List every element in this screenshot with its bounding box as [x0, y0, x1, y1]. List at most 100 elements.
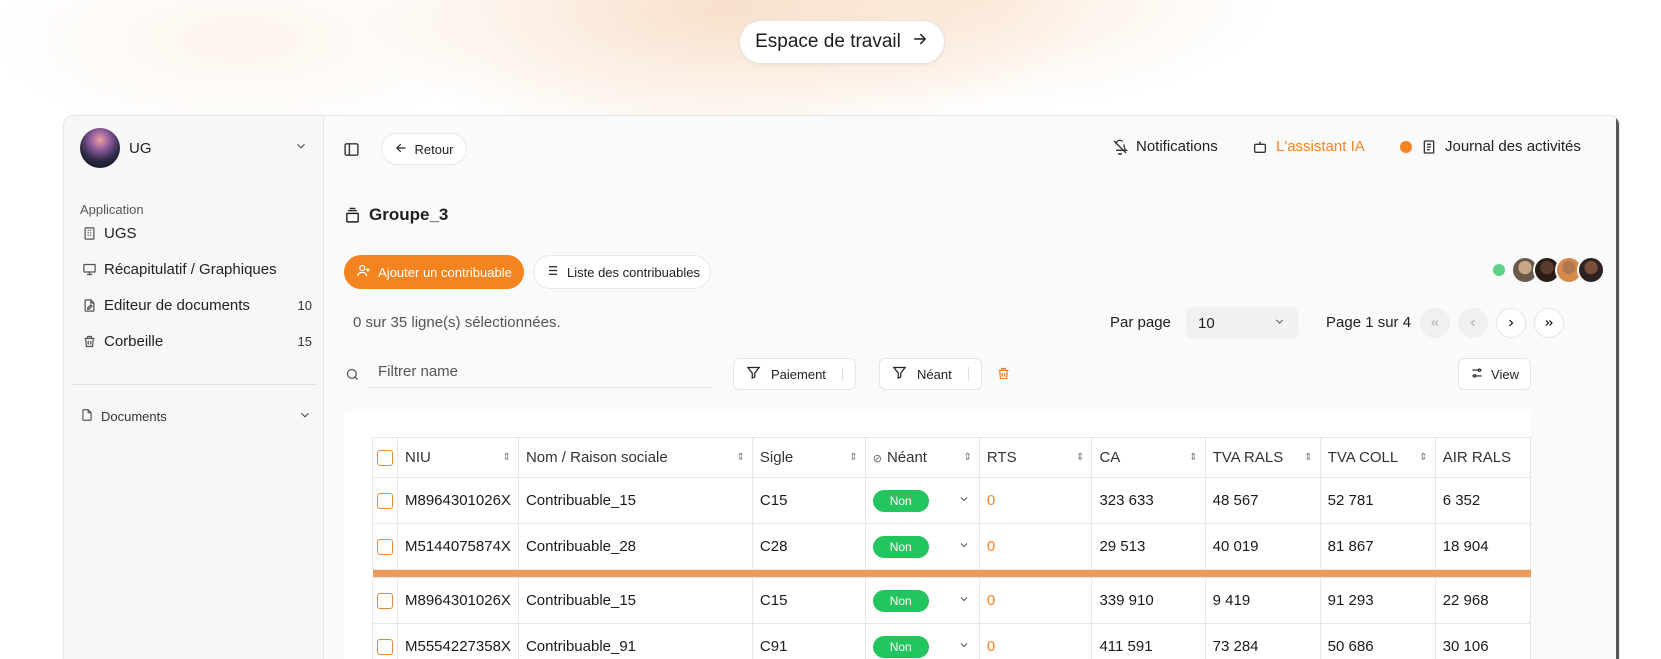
- sidebar-item-recapitulatif[interactable]: Récapitulatif / Graphiques: [80, 255, 312, 283]
- column-header-tva-rals[interactable]: TVA RALS ⇕: [1204, 437, 1321, 478]
- cell-sigle: C28: [751, 523, 866, 570]
- row-checkbox[interactable]: [377, 539, 393, 556]
- chevron-down-icon: [298, 408, 312, 425]
- contribuables-table: NIU ⇕ Nom / Raison sociale ⇕ Sigle ⇕ ⊘ Néant…: [372, 437, 1531, 659]
- add-contribuable-button[interactable]: Ajouter un contribuable: [344, 255, 524, 289]
- journal-button[interactable]: Journal des activités: [1400, 138, 1581, 155]
- assistant-ia-button[interactable]: L'assistant IA: [1252, 138, 1365, 155]
- filter-neant-button[interactable]: Néant: [879, 358, 982, 390]
- chevron-down-icon: [1273, 315, 1286, 332]
- table-row[interactable]: M5554227358X Contribuable_91 C91 Non 0 4…: [372, 623, 1531, 659]
- column-label: Sigle: [759, 449, 794, 466]
- cell-tva-rals: 48 567: [1204, 477, 1321, 524]
- column-header-neant[interactable]: ⊘ Néant ⇕: [864, 437, 980, 478]
- sort-icon: ⇕: [1076, 451, 1085, 463]
- first-page-button[interactable]: [1420, 308, 1450, 338]
- main-content: Retour Notifications L'assistant IA Jour…: [324, 116, 1619, 659]
- column-header-sigle[interactable]: Sigle ⇕: [751, 437, 866, 478]
- sidebar-item-corbeille[interactable]: Corbeille 15: [80, 327, 312, 355]
- chevron-left-icon: [1470, 319, 1475, 327]
- clear-filters-trash-icon[interactable]: [996, 366, 1011, 381]
- column-label: TVA RALS: [1212, 449, 1284, 466]
- cell-tva-rals: 9 419: [1204, 577, 1321, 624]
- sort-icon: ⇕: [1189, 451, 1198, 463]
- page-title: Groupe_3: [344, 205, 448, 225]
- chip-label: Néant: [917, 366, 952, 382]
- cell-sigle: C15: [751, 477, 866, 524]
- bot-icon: [1252, 139, 1268, 155]
- cell-neant[interactable]: Non: [864, 623, 980, 659]
- cell-rts: 0: [978, 577, 1093, 624]
- filter-icon: [746, 365, 761, 383]
- drag-drop-indicator: [372, 569, 1531, 578]
- cell-neant[interactable]: Non: [864, 523, 980, 570]
- column-header-ca[interactable]: CA ⇕: [1091, 437, 1206, 478]
- table-row[interactable]: M5144075874X Contribuable_28 C28 Non 0 2…: [372, 523, 1531, 570]
- sidebar-item-documents[interactable]: Documents: [80, 408, 312, 425]
- user-plus-icon: [356, 263, 371, 281]
- collaborator-avatars[interactable]: [1511, 256, 1605, 284]
- per-page-select[interactable]: 10: [1186, 307, 1298, 339]
- per-page-value: 10: [1198, 314, 1215, 332]
- last-page-button[interactable]: [1534, 308, 1564, 338]
- filter-paiement-button[interactable]: Paiement: [733, 358, 856, 390]
- view-options-button[interactable]: View: [1458, 358, 1531, 390]
- notifications-label: Notifications: [1136, 138, 1218, 155]
- sidebar-item-label: Editeur de documents: [104, 296, 250, 314]
- trash-icon: [80, 332, 98, 350]
- row-checkbox[interactable]: [377, 593, 393, 610]
- cell-niu: M5144075874X: [397, 523, 519, 570]
- select-all-checkbox[interactable]: [377, 450, 393, 467]
- cell-ca: 323 633: [1091, 477, 1206, 524]
- table-row[interactable]: M8964301026X Contribuable_15 C15 Non 0 3…: [372, 477, 1531, 524]
- cell-nom: Contribuable_15: [517, 477, 753, 524]
- sidebar-item-count: 15: [297, 333, 312, 349]
- workspace-button[interactable]: Espace de travail: [739, 20, 945, 64]
- notifications-button[interactable]: Notifications: [1112, 138, 1218, 155]
- team-avatar: [80, 128, 120, 168]
- column-header-niu[interactable]: NIU ⇕: [397, 437, 519, 478]
- cell-neant[interactable]: Non: [864, 577, 980, 624]
- chevrons-left-icon: [1431, 320, 1439, 326]
- chip-separator: [841, 367, 843, 381]
- drag-drop-indicator-bar: [372, 569, 1531, 578]
- column-header-nom[interactable]: Nom / Raison sociale ⇕: [517, 437, 753, 478]
- sidebar-item-count: 10: [297, 297, 312, 313]
- app-window: UG Application UGS Récapitulatif / Graph…: [63, 115, 1620, 659]
- arrow-right-icon: [911, 30, 929, 54]
- chip-separator: [967, 367, 969, 381]
- group-title-text: Groupe_3: [369, 205, 449, 224]
- arrow-left-icon: [394, 141, 408, 158]
- row-checkbox[interactable]: [377, 639, 393, 656]
- column-header-rts[interactable]: RTS ⇕: [978, 437, 1093, 478]
- filter-name-input[interactable]: [368, 356, 713, 388]
- sidebar-item-ugs[interactable]: UGS: [80, 219, 312, 247]
- sidebar-toggle-icon[interactable]: [342, 140, 360, 158]
- column-label: CA: [1099, 449, 1121, 466]
- list-button-label: Liste des contribuables: [567, 264, 700, 280]
- add-button-label: Ajouter un contribuable: [378, 264, 512, 280]
- sidebar-item-editeur[interactable]: Editeur de documents 10: [80, 291, 312, 319]
- cell-air-rals: 22 968: [1434, 577, 1531, 624]
- cell-neant[interactable]: Non: [864, 477, 980, 524]
- column-label: TVA COLL: [1327, 449, 1399, 466]
- cell-sigle: C91: [751, 623, 866, 659]
- list-contribuables-button[interactable]: Liste des contribuables: [533, 255, 711, 289]
- row-checkbox[interactable]: [377, 493, 393, 510]
- check-circle-icon: ⊘: [872, 453, 882, 465]
- column-header-tva-coll[interactable]: TVA COLL ⇕: [1319, 437, 1436, 478]
- prev-page-button[interactable]: [1458, 308, 1488, 338]
- cell-tva-coll: 91 293: [1319, 577, 1436, 624]
- back-button[interactable]: Retour: [381, 133, 467, 165]
- column-header-air-rals[interactable]: AIR RALS: [1434, 437, 1531, 478]
- table-row[interactable]: M8964301026X Contribuable_15 C15 Non 0 3…: [372, 577, 1531, 624]
- chevron-right-icon: [1509, 319, 1514, 327]
- cell-rts: 0: [978, 477, 1093, 524]
- next-page-button[interactable]: [1496, 308, 1526, 338]
- avatar: [1577, 256, 1605, 284]
- cell-nom: Contribuable_91: [517, 623, 753, 659]
- cell-rts: 0: [978, 623, 1093, 659]
- sort-icon: ⇕: [502, 451, 511, 463]
- team-switcher[interactable]: UG: [80, 127, 310, 169]
- chevron-down-icon: [958, 492, 970, 509]
